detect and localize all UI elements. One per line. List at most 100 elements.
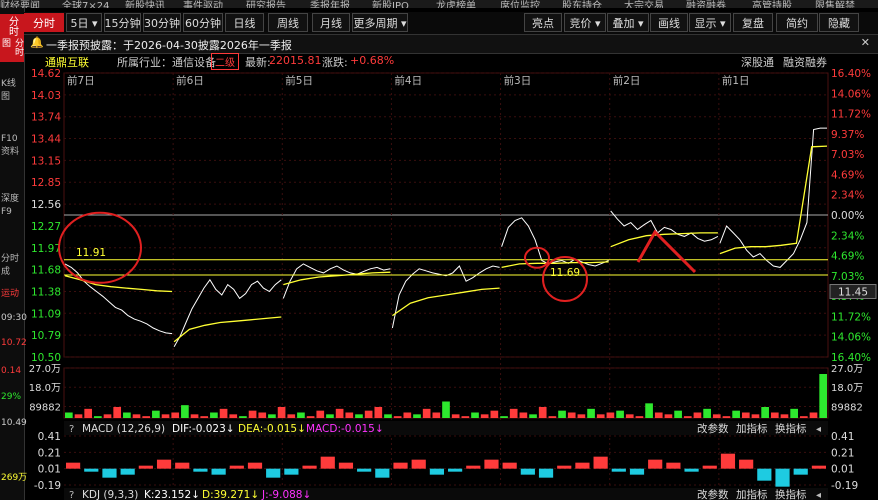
volume-bar: [374, 407, 383, 418]
volume-bar: [229, 414, 238, 418]
pct-tick-label: 7.03%: [831, 271, 864, 283]
pct-tick-label: 16.40%: [831, 68, 871, 80]
volume-bar: [181, 405, 189, 418]
pct-tick-label: 16.40%: [831, 352, 871, 364]
volume-bar: [635, 416, 644, 418]
volume-bar: [645, 403, 653, 418]
macd-tick-left: 0.01: [38, 464, 61, 476]
price-tick-label: 12.85: [31, 177, 61, 189]
day-label: 前3日: [504, 74, 532, 87]
volume-bar: [683, 416, 692, 418]
day-label: 前2日: [613, 74, 641, 87]
macd-bar: [429, 468, 444, 475]
volume-bar: [239, 416, 247, 418]
volume-bar: [345, 412, 354, 418]
kdj-d: D:39.271↓: [202, 489, 259, 500]
pct-tick-label: 11.72%: [831, 311, 871, 323]
price-tick-label: 14.62: [31, 68, 61, 80]
price-tick-label: 11.68: [31, 265, 61, 277]
volume-tick-right: 18.0万: [831, 383, 863, 394]
macd-tick-left: 0.41: [38, 431, 61, 443]
avg-price-line: [173, 316, 282, 343]
volume-bar: [509, 408, 518, 418]
kdj-button: 加指标: [736, 488, 768, 500]
volume-bar: [306, 416, 315, 418]
volume-bar: [248, 410, 257, 418]
volume-bar: [577, 414, 586, 418]
macd-bar: [120, 468, 135, 475]
macd-bar: [448, 468, 463, 472]
volume-bar: [103, 414, 112, 418]
volume-bar: [799, 416, 808, 418]
volume-bar: [287, 414, 296, 418]
volume-bar: [316, 410, 325, 418]
volume-bar: [123, 412, 131, 418]
macd-bar: [247, 462, 263, 469]
volume-bar: [819, 374, 827, 418]
volume-bar: [84, 408, 93, 418]
macd-bar: [338, 462, 354, 469]
kdj-k: K:23.152↓: [144, 489, 200, 500]
volume-bar: [113, 407, 122, 418]
macd-bar: [284, 468, 299, 475]
macd-bar: [357, 468, 372, 472]
volume-bar: [732, 410, 740, 418]
price-tick-label: 12.56: [31, 199, 61, 211]
pct-tick-label: 14.06%: [831, 88, 871, 100]
macd-value: MACD:-0.015↓: [306, 423, 384, 435]
macd-button: 改参数: [697, 422, 729, 435]
macd-bar: [811, 465, 826, 469]
pct-tick-label: 7.03%: [831, 149, 864, 161]
macd-bar: [193, 468, 208, 472]
macd-bar: [138, 465, 153, 469]
macd-bar: [520, 468, 535, 475]
volume-bar: [413, 414, 421, 418]
price-tick-label: 13.15: [31, 155, 61, 167]
volume-tick-right: 89882: [831, 402, 863, 413]
volume-tick-left: 89882: [29, 402, 61, 413]
volume-bar: [94, 416, 102, 418]
volume-bar: [703, 408, 711, 418]
volume-bar: [171, 412, 180, 418]
macd-bar: [793, 468, 808, 475]
macd-bar: [575, 462, 590, 469]
day-label: 前5日: [285, 74, 313, 87]
support-line-b-label: 11.69: [550, 267, 580, 279]
kdj-label: KDJ (9,3,3): [82, 489, 138, 500]
pct-tick-label: 2.34%: [831, 230, 864, 242]
kdj-button: 改参数: [697, 488, 729, 500]
volume-bar: [741, 412, 750, 418]
volume-bar: [480, 414, 489, 418]
macd-scroll-icon: ◂: [816, 424, 821, 435]
volume-bar: [780, 414, 789, 418]
macd-bar: [484, 459, 499, 469]
macd-bar: [502, 462, 517, 469]
volume-bar: [364, 410, 373, 418]
volume-bar: [664, 414, 673, 418]
macd-bar: [211, 468, 226, 475]
macd-bar: [320, 456, 335, 469]
price-tick-label: 11.97: [31, 243, 61, 255]
annotation-circle: [524, 246, 550, 269]
macd-bar: [466, 465, 481, 469]
volume-bar: [403, 412, 412, 418]
price-tick-label: 11.09: [31, 308, 61, 320]
volume-bar: [422, 408, 431, 418]
volume-tick-right: 27.0万: [831, 364, 863, 375]
macd-bar: [739, 459, 754, 469]
pct-tick-label: 14.06%: [831, 332, 871, 344]
macd-bar: [411, 459, 426, 469]
volume-bar: [132, 414, 141, 418]
timeshare-chart[interactable]: 14.62 14.03 13.74 13.44 13.15 12.85 12.56 12.27…: [0, 0, 878, 500]
volume-bar: [200, 416, 209, 418]
macd-dea: DEA:-0.015↓: [238, 423, 306, 435]
macd-bar: [156, 459, 172, 469]
macd-bar: [175, 462, 190, 469]
volume-bar: [761, 407, 769, 418]
volume-bar: [432, 412, 441, 418]
kdj-scroll-icon: ◂: [816, 490, 821, 500]
volume-bar: [548, 416, 557, 418]
macd-label: MACD (12,26,9): [82, 423, 165, 435]
volume-bar: [451, 414, 460, 418]
volume-tick-left: 18.0万: [29, 383, 61, 394]
